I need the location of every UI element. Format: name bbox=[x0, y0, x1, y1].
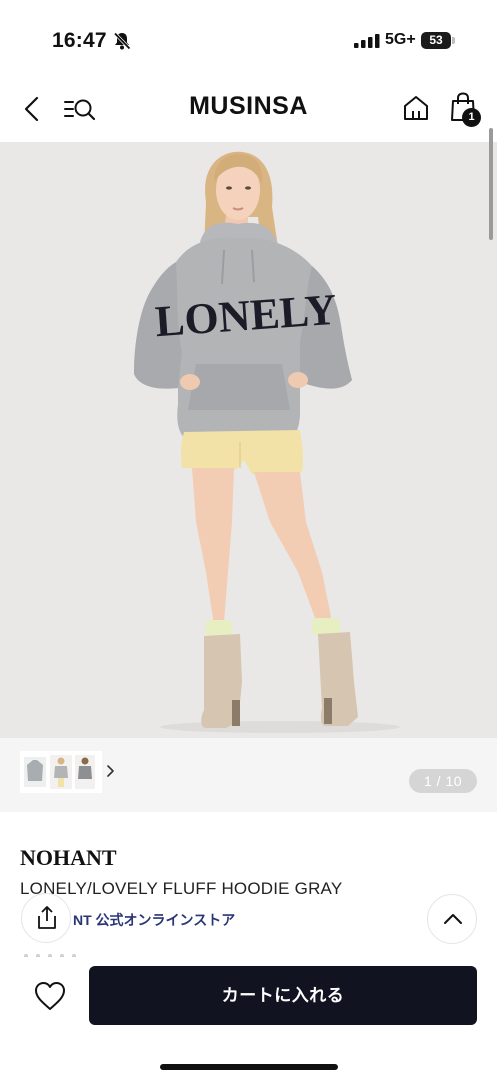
thumbnail-images bbox=[24, 755, 95, 789]
bottom-action-bar: カートに入れる bbox=[0, 960, 497, 1080]
bell-slash-icon bbox=[113, 32, 131, 50]
cart-count-badge: 1 bbox=[462, 108, 481, 127]
page-scrollbar[interactable] bbox=[489, 128, 493, 240]
thumbnail-strip: 1 / 10 bbox=[0, 738, 497, 812]
product-main-image[interactable]: LONELY bbox=[0, 142, 497, 738]
rating-stars-icon bbox=[24, 954, 76, 957]
brand-name[interactable]: NOHANT bbox=[20, 845, 117, 871]
battery-icon: 53 bbox=[421, 32, 455, 49]
thumbnail-next-icon[interactable] bbox=[104, 761, 118, 781]
image-page-indicator: 1 / 10 bbox=[409, 769, 477, 793]
model-photo: LONELY bbox=[134, 151, 400, 733]
cellular-signal-icon bbox=[354, 34, 380, 48]
home-icon[interactable] bbox=[402, 94, 430, 122]
heart-icon[interactable] bbox=[32, 980, 68, 1012]
home-indicator[interactable] bbox=[160, 1064, 338, 1070]
scroll-top-button[interactable] bbox=[427, 894, 477, 944]
add-to-cart-button[interactable]: カートに入れる bbox=[89, 966, 477, 1025]
app-header: MUSINSA 1 bbox=[0, 78, 497, 142]
battery-cap bbox=[452, 37, 455, 44]
official-store-link[interactable]: NT 公式オンラインストア bbox=[73, 910, 235, 930]
share-icon bbox=[38, 906, 56, 929]
product-title: LONELY/LOVELY FLUFF HOODIE GRAY bbox=[20, 879, 343, 898]
network-type: 5G+ bbox=[385, 31, 416, 48]
thumbnail-preview[interactable] bbox=[20, 751, 114, 793]
status-time: 16:47 bbox=[52, 29, 107, 52]
battery-level: 53 bbox=[421, 32, 451, 49]
status-bar: 16:47 5G+ 53 bbox=[0, 0, 497, 78]
share-button[interactable] bbox=[21, 893, 71, 943]
chevron-up-icon bbox=[444, 914, 462, 924]
